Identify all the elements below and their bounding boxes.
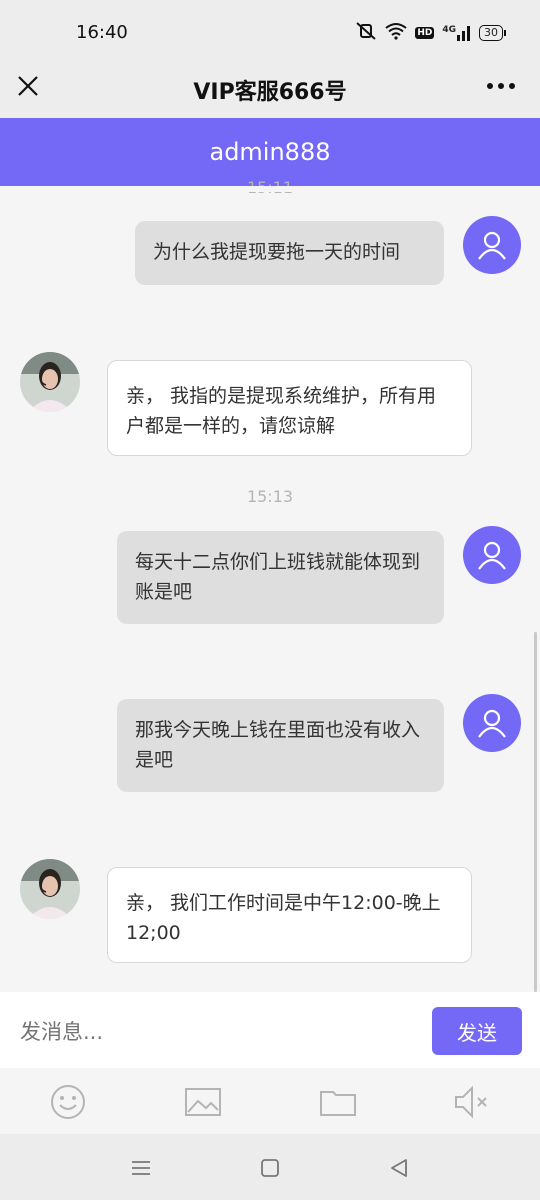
message-bubble[interactable]: 每天十二点你们上班钱就能体现到账是吧	[117, 531, 444, 624]
user-icon	[478, 231, 506, 260]
menu-icon	[132, 1161, 150, 1175]
status-time: 16:40	[76, 22, 128, 43]
home-icon	[261, 1159, 279, 1177]
more-dot	[509, 83, 515, 89]
more-dot	[498, 83, 504, 89]
system-navigation-bar	[0, 1134, 540, 1200]
agent-photo-icon	[20, 859, 80, 919]
user-avatar[interactable]	[463, 526, 521, 584]
image-icon	[185, 1088, 221, 1116]
composer-toolbar	[0, 1068, 540, 1134]
emoji-icon	[51, 1085, 85, 1119]
home-button[interactable]	[256, 1154, 284, 1182]
message-input[interactable]	[18, 1014, 402, 1050]
image-button[interactable]	[183, 1082, 223, 1122]
user-icon	[478, 709, 506, 738]
back-icon	[391, 1159, 407, 1177]
user-icon	[478, 541, 506, 570]
message-bubble[interactable]: 亲， 我们工作时间是中午12:00-晚上12;00	[107, 867, 472, 963]
timestamp: 15:13	[246, 487, 294, 506]
page-title: VIP客服666号	[193, 80, 347, 105]
user-avatar[interactable]	[463, 216, 521, 274]
message-bubble[interactable]: 亲， 我指的是提现系统维护，所有用户都是一样的，请您谅解	[107, 360, 472, 456]
signal-icon: 4G	[442, 25, 471, 41]
recent-apps-button[interactable]	[127, 1154, 155, 1182]
message-bubble[interactable]: 为什么我提现要拖一天的时间	[135, 221, 444, 285]
mute-button[interactable]	[452, 1082, 492, 1122]
folder-button[interactable]	[318, 1082, 358, 1122]
emoji-button[interactable]	[48, 1082, 88, 1122]
battery-icon: 30	[479, 25, 506, 41]
status-bar: 16:40 HD 4G 30	[0, 0, 540, 62]
hd-badge: HD	[415, 27, 435, 39]
message-bubble[interactable]: 那我今天晚上钱在里面也没有收入是吧	[117, 699, 444, 792]
back-button[interactable]	[385, 1154, 413, 1182]
mute-icon	[455, 1085, 487, 1119]
mute-vibrate-icon	[355, 22, 377, 44]
more-options-button[interactable]	[484, 72, 518, 100]
agent-avatar[interactable]	[20, 859, 80, 919]
chat-peer-header: admin888	[0, 118, 540, 186]
composer-bar: 发送	[0, 992, 540, 1068]
chat-scrollbar[interactable]	[534, 632, 537, 992]
nav-bar: VIP客服666号	[0, 62, 540, 118]
agent-photo-icon	[20, 352, 80, 412]
wifi-icon	[385, 22, 407, 44]
folder-icon	[320, 1091, 356, 1116]
send-button[interactable]: 发送	[432, 1007, 522, 1055]
more-dot	[487, 83, 493, 89]
user-avatar[interactable]	[463, 694, 521, 752]
agent-avatar[interactable]	[20, 352, 80, 412]
